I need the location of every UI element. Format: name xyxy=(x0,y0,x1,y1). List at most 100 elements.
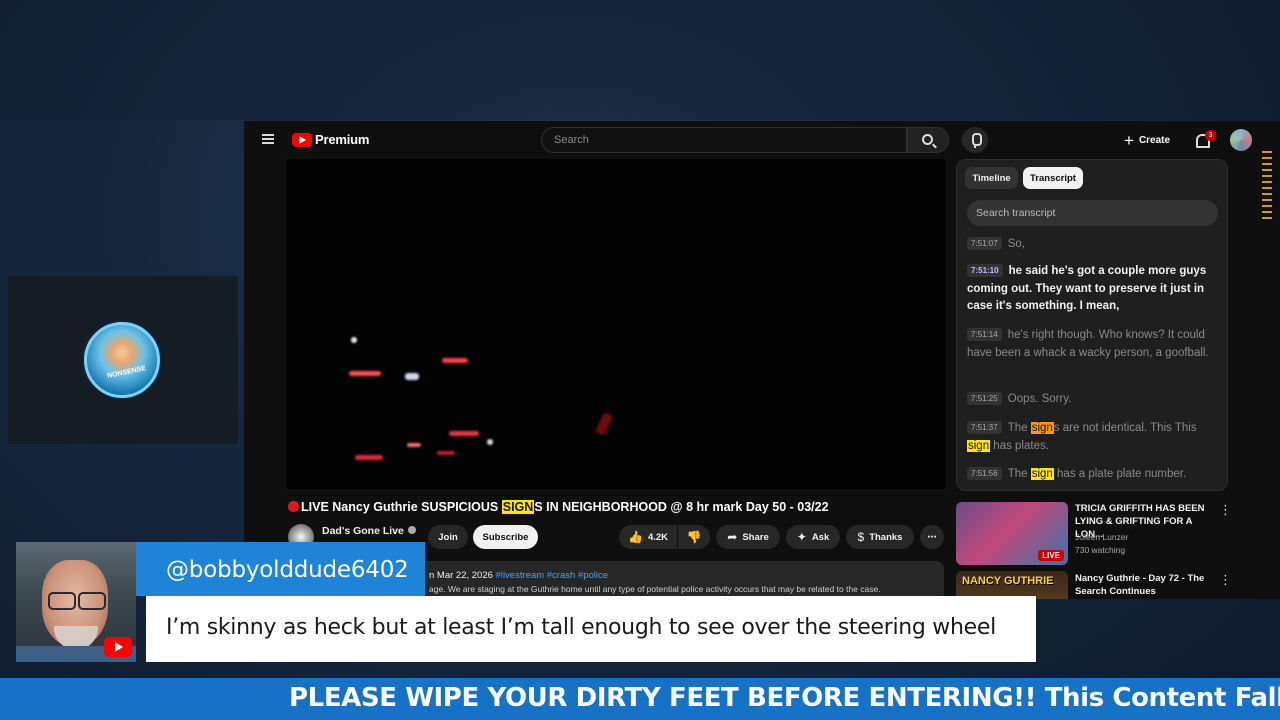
segment-text: he's right though. Who knows? It could h… xyxy=(967,329,1209,359)
subscribe-button[interactable]: Subscribe xyxy=(473,525,538,549)
search-match: sign xyxy=(1030,422,1054,434)
streamer-avatar: NONSENSE xyxy=(84,322,160,398)
create-label: Create xyxy=(1138,134,1171,146)
glasses xyxy=(46,592,106,610)
dislike-button[interactable]: 👎 xyxy=(678,525,710,549)
microphone-icon[interactable] xyxy=(962,127,988,153)
recommended-viewers: 730 watching xyxy=(1075,545,1126,555)
live-dot-icon xyxy=(288,501,299,512)
description-tags[interactable]: #livestream #crash #police xyxy=(496,570,608,581)
search-input[interactable] xyxy=(542,128,906,152)
segment-text: he said he's got a couple more guys comi… xyxy=(967,265,1207,312)
ticker-text: PLEASE WIPE YOUR DIRTY FEET BEFORE ENTER… xyxy=(289,683,1280,713)
video-light xyxy=(355,455,383,460)
chat-username: @bobbyolddude6402 xyxy=(166,557,409,583)
transcript-panel: Timeline Transcript 7:51:07So, 7:51:10he… xyxy=(956,159,1228,491)
transcript-segment[interactable]: 7:51:14 he's right though. Who knows? It … xyxy=(967,327,1217,362)
logo-text[interactable]: Premium xyxy=(315,132,369,147)
youtube-icon xyxy=(104,637,132,657)
more-actions-button[interactable]: ⋯ xyxy=(920,525,944,549)
ask-button[interactable]: ✦ Ask xyxy=(786,525,840,549)
transcript-segment[interactable]: 7:51:56 The sign has a plate plate number… xyxy=(967,466,1217,484)
title-part-1: LIVE Nancy Guthrie SUSPICIOUS xyxy=(301,500,502,514)
segment-text: has plates. xyxy=(990,439,1049,452)
transcript-segment-current[interactable]: 7:51:10 he said he's got a couple more gu… xyxy=(967,263,1217,316)
recommended-thumbnail[interactable]: LIVE xyxy=(956,502,1068,565)
video-light xyxy=(405,373,419,380)
transcript-segment[interactable]: 7:51:07 So, xyxy=(967,236,1217,254)
recommended-thumbnail[interactable]: NANCY GUTHRIE xyxy=(956,571,1068,599)
transcript-search xyxy=(967,200,1218,226)
segment-text: Oops. Sorry. xyxy=(1007,393,1072,405)
notification-badge: 3 xyxy=(1205,130,1216,141)
youtube-window: Premium + Create 3 LIVE Nancy Guthrie SU… xyxy=(244,121,1280,599)
share-label: Share xyxy=(742,531,769,543)
search-match: sign xyxy=(967,439,991,452)
video-light xyxy=(487,439,493,445)
video-light xyxy=(449,431,479,436)
masthead: Premium + Create 3 xyxy=(244,121,1280,159)
video-light xyxy=(437,451,455,455)
timestamp[interactable]: 7:51:25 xyxy=(967,392,1002,405)
share-icon: ➦ xyxy=(727,530,738,544)
live-badge: LIVE xyxy=(1038,550,1064,561)
video-title: LIVE Nancy Guthrie SUSPICIOUS SIGNS IN N… xyxy=(288,500,829,514)
description-line-1: n Mar 22, 2026 #livestream #crash #polic… xyxy=(429,570,608,581)
timestamp[interactable]: 7:51:14 xyxy=(967,328,1002,341)
more-options-icon[interactable] xyxy=(1219,572,1232,588)
segment-text: s are not identical. This This xyxy=(1053,422,1197,434)
recommended-channel[interactable]: Joleen Lunzer xyxy=(1075,531,1128,543)
thumbs-down-icon: 👎 xyxy=(686,530,702,544)
video-light xyxy=(442,358,468,363)
chat-message: I’m skinny as heck but at least I’m tall… xyxy=(166,615,996,640)
channel-name-text: Dad's Gone Live xyxy=(322,525,404,537)
create-button[interactable]: + Create xyxy=(1124,131,1170,149)
video-light xyxy=(351,337,357,343)
search-match: sign xyxy=(1030,468,1054,480)
scrollbar-marks[interactable] xyxy=(1262,151,1272,321)
like-count: 4.2K xyxy=(647,531,669,543)
account-avatar[interactable] xyxy=(1230,129,1252,151)
timestamp[interactable]: 7:51:07 xyxy=(967,237,1002,250)
title-part-2: S IN NEIGHBORHOOD @ 8 hr mark Day 50 - 0… xyxy=(534,500,829,514)
search-box xyxy=(541,127,907,153)
title-highlight: SIGN xyxy=(501,500,535,514)
thumbnail-text: NANCY GUTHRIE xyxy=(962,575,1054,587)
menu-icon[interactable] xyxy=(262,134,274,144)
thanks-label: Thanks xyxy=(869,531,903,543)
more-options-icon[interactable] xyxy=(1219,502,1232,518)
like-button[interactable]: 👍 4.2K xyxy=(619,525,677,549)
thumbs-up-icon: 👍 xyxy=(627,530,643,544)
ticker-bar: PLEASE WIPE YOUR DIRTY FEET BEFORE ENTER… xyxy=(0,678,1280,720)
thanks-icon: $ xyxy=(857,530,865,544)
transcript-segment[interactable]: 7:51:25 Oops. Sorry. xyxy=(967,391,1217,409)
description-date: n Mar 22, 2026 xyxy=(429,570,493,581)
search-icon xyxy=(922,134,933,145)
verified-icon xyxy=(407,526,416,534)
transcript-search-input[interactable] xyxy=(967,200,1218,226)
description-text: age. We are staging at the Guthrie home … xyxy=(429,584,881,594)
timestamp[interactable]: 7:51:56 xyxy=(967,467,1002,480)
segment-text: has a plate plate number. xyxy=(1053,468,1187,480)
share-button[interactable]: ➦ Share xyxy=(716,525,780,549)
search-button[interactable] xyxy=(907,127,949,153)
transcript-segment[interactable]: 7:51:37 The signs are not identical. This… xyxy=(967,420,1217,455)
tab-timeline[interactable]: Timeline xyxy=(965,167,1018,189)
recommended-title[interactable]: Nancy Guthrie - Day 72 - The Search Cont… xyxy=(1075,572,1215,598)
segment-text: The xyxy=(1007,422,1031,434)
segment-text: The xyxy=(1007,468,1031,480)
segment-text: So, xyxy=(1007,238,1025,250)
timestamp[interactable]: 7:51:37 xyxy=(967,421,1002,434)
tab-transcript[interactable]: Transcript xyxy=(1023,167,1083,189)
plus-icon: + xyxy=(1124,130,1134,150)
channel-name[interactable]: Dad's Gone Live xyxy=(322,525,416,537)
join-button[interactable]: Join xyxy=(428,525,468,549)
thanks-button[interactable]: $ Thanks xyxy=(846,525,914,549)
video-light xyxy=(407,443,421,447)
sparkle-icon: ✦ xyxy=(796,530,807,544)
youtube-logo-icon[interactable] xyxy=(292,133,312,147)
video-light xyxy=(349,371,381,376)
timestamp[interactable]: 7:51:10 xyxy=(967,264,1003,277)
background-panel xyxy=(0,0,1280,120)
video-player[interactable] xyxy=(287,159,945,489)
